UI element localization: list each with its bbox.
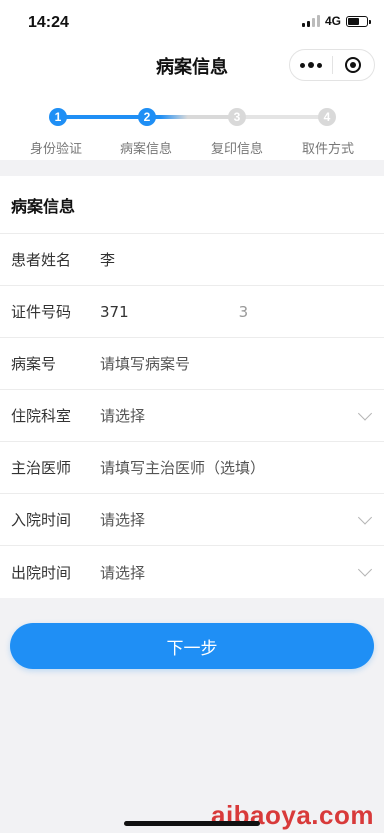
chevron-down-icon[interactable] [357, 562, 373, 577]
step-connector-2 [147, 115, 237, 119]
chevron-down-icon[interactable] [357, 509, 373, 525]
discharge-time-label: 出院时间 [11, 563, 72, 582]
department-row[interactable]: 住院科室 请选择 [0, 390, 384, 442]
step-connector-1 [58, 115, 147, 119]
battery-icon [346, 15, 371, 27]
discharge-time-select[interactable]: 请选择 [100, 562, 145, 583]
status-bar: 14:24 4G [0, 0, 384, 44]
admission-time-select[interactable]: 请选择 [100, 509, 145, 530]
step-3-circle: 3 [228, 108, 246, 126]
id-number-row[interactable]: 证件号码 371 3 [0, 286, 384, 338]
record-form: 病案信息 患者姓名 李 证件号码 371 3 病案号 请填写病案号 住院科室 请选… [0, 176, 384, 598]
discharge-time-row[interactable]: 出院时间 请选择 [0, 546, 384, 598]
department-select[interactable]: 请选择 [100, 405, 145, 426]
id-number-prefix: 371 [100, 302, 129, 321]
nav-bar: 病案信息 [0, 44, 384, 88]
next-step-button[interactable]: 下一步 [10, 623, 374, 669]
patient-name-row[interactable]: 患者姓名 李 [0, 234, 384, 286]
signal-icon [301, 15, 320, 27]
step-connector-3 [237, 115, 327, 119]
patient-name-text: 李 [100, 251, 116, 269]
step-4-circle: 4 [318, 108, 336, 126]
page-title: 病案信息 [156, 57, 228, 78]
chevron-down-icon[interactable] [357, 405, 373, 421]
site-watermark: aibaoya.com [210, 800, 374, 830]
doctor-input[interactable]: 请填写主治医师（选填） [100, 457, 265, 478]
doctor-row[interactable]: 主治医师 请填写主治医师（选填） [0, 442, 384, 494]
more-options-icon[interactable] [290, 50, 332, 80]
id-number-suffix: 3 [238, 302, 249, 321]
step-1-label: 身份验证 [29, 142, 82, 157]
step-2-circle: 2 [138, 108, 156, 126]
redaction-mask [128, 305, 239, 319]
close-program-icon[interactable] [333, 50, 374, 80]
step-2-label: 病案信息 [119, 142, 172, 157]
section-gap [0, 160, 384, 176]
step-4-label: 取件方式 [301, 142, 354, 157]
mini-program-capsule [289, 49, 375, 81]
step-1-circle: 1 [49, 108, 67, 126]
record-no-label: 病案号 [11, 355, 57, 373]
record-no-input[interactable]: 请填写病案号 [100, 353, 190, 374]
redaction-mask [115, 253, 156, 268]
id-number-label: 证件号码 [11, 303, 72, 321]
status-indicators: 4G [301, 14, 371, 28]
home-indicator[interactable] [124, 821, 260, 826]
next-button-container: 下一步 [0, 598, 384, 669]
record-no-row[interactable]: 病案号 请填写病案号 [0, 338, 384, 390]
status-time: 14:24 [28, 14, 69, 31]
doctor-label: 主治医师 [11, 459, 72, 477]
network-type: 4G [324, 14, 341, 28]
patient-name-value: 李 [100, 249, 156, 270]
progress-steps: 1 2 3 4 身份验证 病案信息 复印信息 取件方式 [0, 88, 384, 160]
id-number-value: 371 3 [100, 303, 248, 321]
admission-time-label: 入院时间 [11, 511, 72, 529]
admission-time-row[interactable]: 入院时间 请选择 [0, 494, 384, 546]
form-section-title: 病案信息 [0, 176, 384, 234]
step-3-label: 复印信息 [210, 142, 263, 157]
department-label: 住院科室 [11, 407, 72, 425]
patient-name-label: 患者姓名 [11, 251, 72, 269]
